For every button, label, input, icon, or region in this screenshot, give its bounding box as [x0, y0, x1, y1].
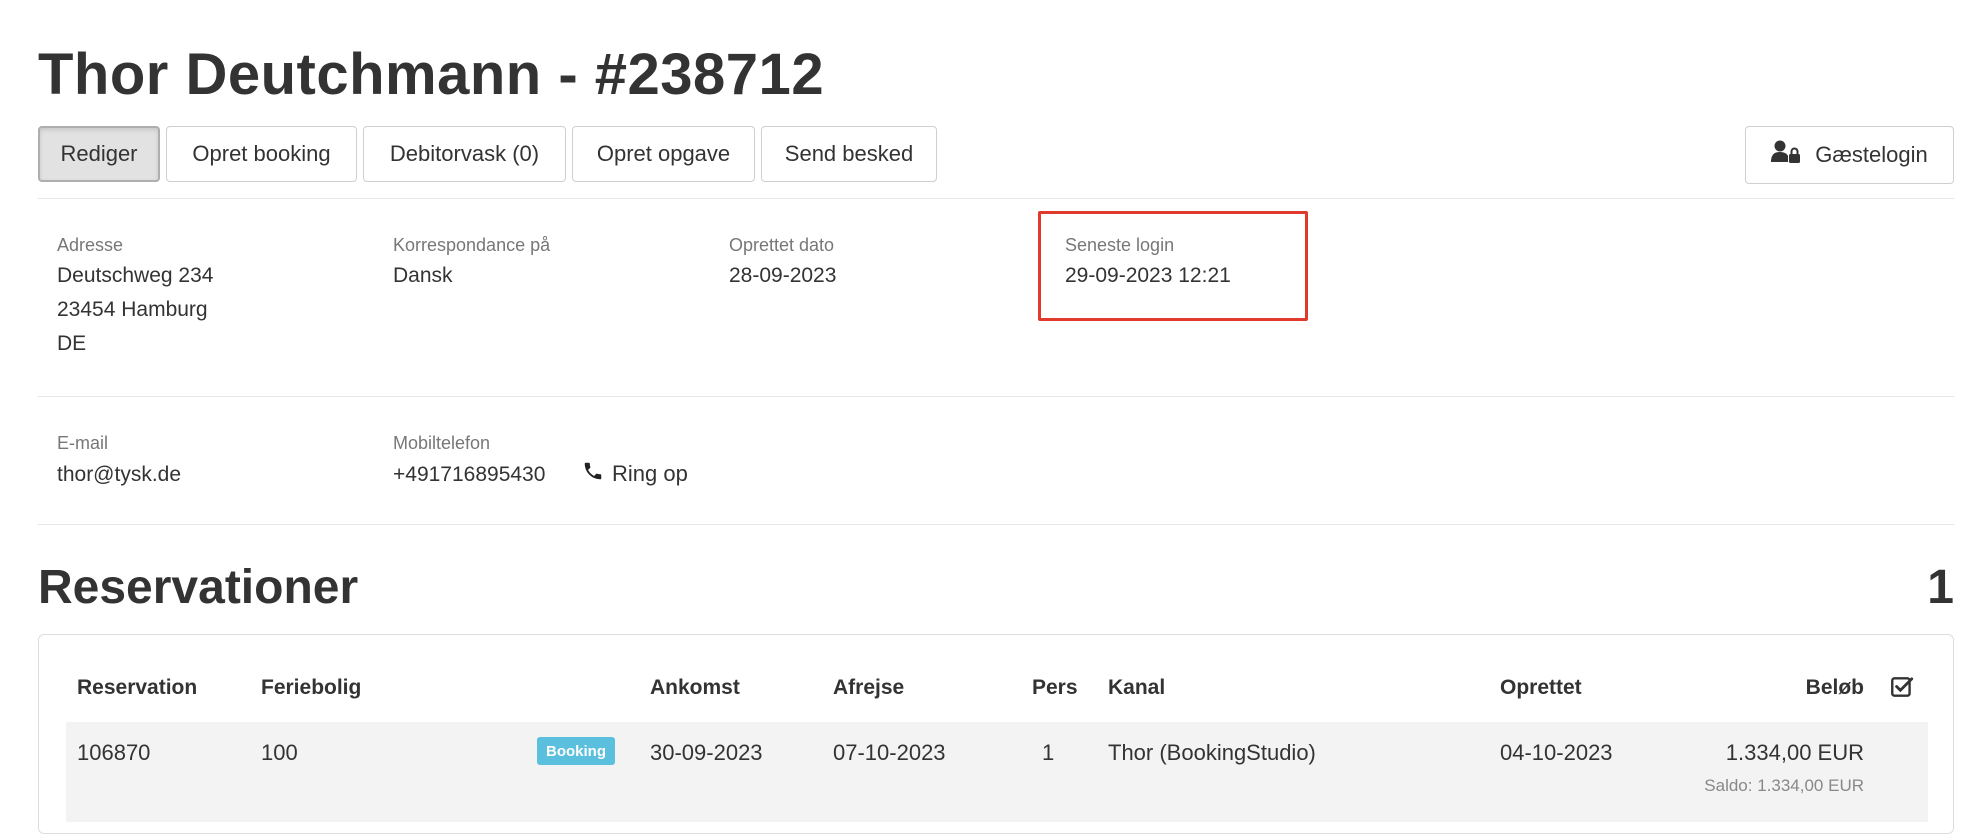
cell-saldo: Saldo: 1.334,00 EUR [1704, 776, 1864, 795]
phone-icon [582, 460, 604, 488]
channel-badge: Booking [537, 737, 615, 765]
divider [38, 198, 1954, 199]
column-header-channel[interactable]: Kanal [1108, 676, 1165, 700]
mobile-value: +491716895430 [393, 463, 546, 486]
divider [38, 396, 1954, 397]
correspondence-value: Dansk [393, 264, 453, 287]
address-line3: DE [57, 332, 87, 355]
column-header-persons[interactable]: Pers [1032, 676, 1078, 700]
mobile-label: Mobiltelefon [393, 433, 491, 453]
create-task-button[interactable]: Opret opgave [572, 126, 755, 182]
column-header-reservation[interactable]: Reservation [77, 676, 197, 700]
table-row[interactable] [66, 722, 1928, 822]
call-label: Ring op [612, 461, 688, 486]
created-date-label: Oprettet dato [729, 235, 835, 255]
cell-reservation[interactable]: 106870 [77, 740, 150, 766]
created-date-value: 28-09-2023 [729, 264, 837, 287]
reservations-title: Reservationer [38, 561, 359, 614]
correspondence-label: Korrespondance på [393, 235, 551, 255]
reservations-count: 1 [1927, 561, 1954, 614]
address-label: Adresse [57, 235, 124, 255]
cell-departure: 07-10-2023 [833, 740, 946, 765]
address-line2: 23454 Hamburg [57, 298, 208, 321]
send-message-button[interactable]: Send besked [761, 126, 937, 182]
column-header-property[interactable]: Feriebolig [261, 676, 361, 700]
highlight-box [1038, 211, 1308, 321]
email-value: thor@tysk.de [57, 463, 182, 486]
guest-login-button[interactable]: Gæstelogin [1745, 126, 1954, 184]
user-lock-icon [1771, 140, 1801, 170]
cell-persons: 1 [1042, 740, 1055, 765]
checkbox-icon[interactable] [1889, 674, 1915, 705]
column-header-created[interactable]: Oprettet [1500, 676, 1582, 700]
edit-button[interactable]: Rediger [38, 126, 160, 182]
debtor-wash-button[interactable]: Debitorvask (0) [363, 126, 566, 182]
column-header-amount[interactable]: Beløb [1806, 676, 1864, 700]
cell-amount: 1.334,00 EUR [1725, 740, 1864, 765]
cell-arrival: 30-09-2023 [650, 740, 763, 765]
divider [38, 524, 1954, 525]
column-header-departure[interactable]: Afrejse [833, 676, 904, 700]
cell-created: 04-10-2023 [1500, 740, 1613, 765]
email-label: E-mail [57, 433, 109, 453]
call-link[interactable]: Ring op [582, 460, 688, 488]
address-line1: Deutschweg 234 [57, 264, 214, 287]
cell-property: 100 [261, 740, 298, 765]
cell-channel: Thor (BookingStudio) [1108, 740, 1316, 765]
create-booking-button[interactable]: Opret booking [166, 126, 357, 182]
guest-login-label: Gæstelogin [1815, 142, 1928, 167]
column-header-arrival[interactable]: Ankomst [650, 676, 740, 700]
page-title: Thor Deutchmann - #238712 [38, 42, 825, 107]
